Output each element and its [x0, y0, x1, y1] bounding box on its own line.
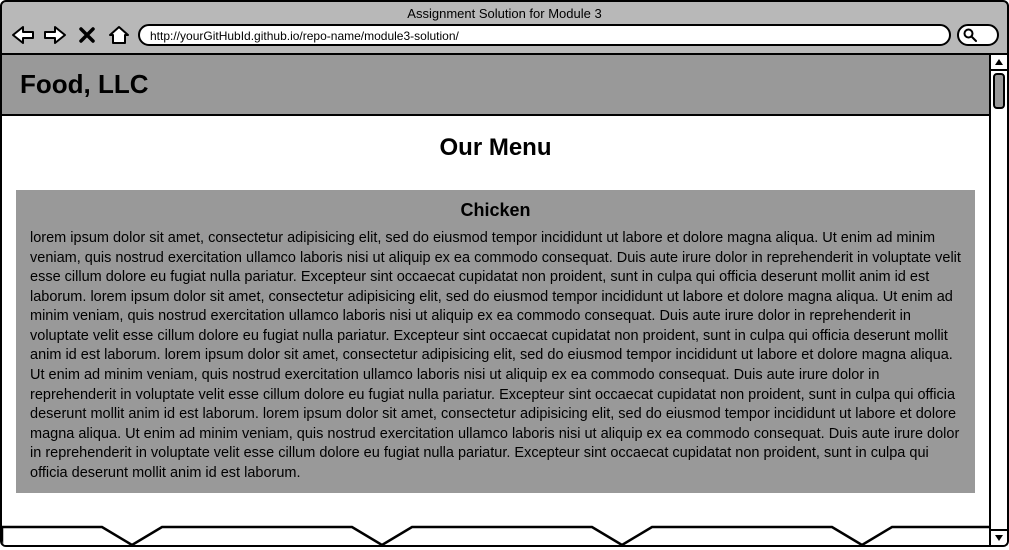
scroll-thumb[interactable] [993, 73, 1005, 109]
chevron-up-icon [994, 58, 1004, 66]
browser-window-title: Assignment Solution for Module 3 [10, 4, 999, 23]
home-button[interactable] [106, 23, 132, 47]
scrollbar[interactable] [989, 55, 1007, 545]
torn-edge-decoration [2, 517, 989, 545]
menu-card: Chicken lorem ipsum dolor sit amet, cons… [16, 190, 975, 493]
browser-chrome: Assignment Solution for Module 3 http://… [0, 0, 1009, 55]
forward-arrow-icon [43, 25, 67, 45]
home-icon [108, 25, 130, 45]
browser-viewport-wrap: Food, LLC Our Menu Chicken lorem ipsum d… [0, 55, 1009, 547]
search-icon [963, 28, 977, 42]
back-arrow-icon [11, 25, 35, 45]
scroll-up-button[interactable] [990, 55, 1008, 71]
browser-viewport: Food, LLC Our Menu Chicken lorem ipsum d… [2, 55, 989, 545]
stop-button[interactable] [74, 23, 100, 47]
card-body: lorem ipsum dolor sit amet, consectetur … [30, 229, 961, 483]
url-input[interactable]: http://yourGitHubId.github.io/repo-name/… [138, 24, 951, 46]
chevron-down-icon [994, 534, 1004, 542]
browser-toolbar: http://yourGitHubId.github.io/repo-name/… [10, 23, 999, 47]
main-content: Our Menu Chicken lorem ipsum dolor sit a… [2, 116, 989, 507]
close-x-icon [78, 26, 96, 44]
search-button[interactable] [957, 24, 999, 46]
brand-title: Food, LLC [20, 69, 971, 100]
card-title: Chicken [30, 200, 961, 221]
page-title: Our Menu [16, 134, 975, 162]
back-button[interactable] [10, 23, 36, 47]
scroll-down-button[interactable] [990, 529, 1008, 545]
forward-button[interactable] [42, 23, 68, 47]
site-header: Food, LLC [2, 55, 989, 116]
